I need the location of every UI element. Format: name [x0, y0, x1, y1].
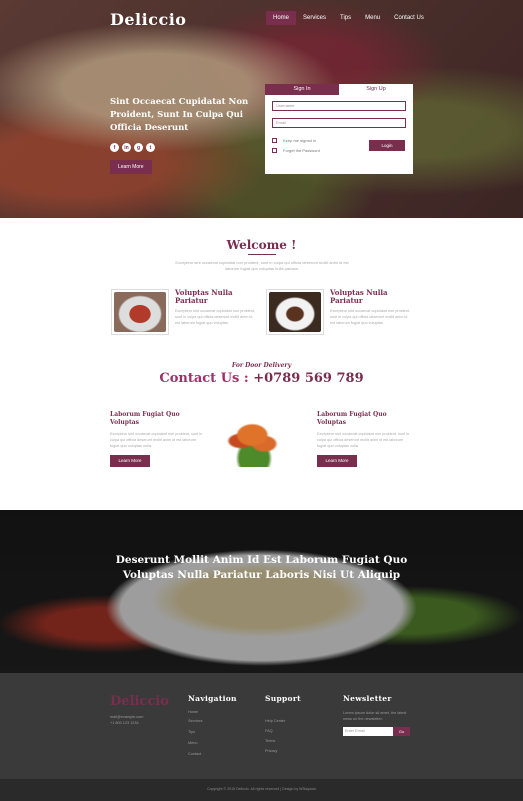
dish-image: [211, 409, 297, 467]
feature-image[interactable]: [266, 289, 324, 335]
footer-nav-link[interactable]: Tips: [188, 730, 195, 734]
footer-support-heading: Support: [265, 694, 301, 703]
footer-phone: +1 800 123 1234: [110, 721, 139, 726]
column-title: Laborum Fugiat Quo Voluptas: [317, 411, 387, 426]
hero-learn-more-button[interactable]: Learn More: [110, 160, 152, 174]
site-logo[interactable]: Deliccio: [110, 10, 186, 29]
welcome-title: Welcome !: [226, 238, 297, 252]
nav-services[interactable]: Services: [296, 11, 333, 25]
hero-headline: Sint Occaecat Cupidatat Non Proident, Su…: [110, 97, 249, 133]
copyright-text: Copyright © 2015 Deliccio. All rights re…: [207, 787, 316, 791]
column-text: Excepteur sint occaecat cupidatat non pr…: [317, 431, 410, 448]
column-learn-more-button[interactable]: Learn More: [110, 455, 150, 467]
footer-contact-info: mail@example.com +1 800 123 1234: [110, 714, 143, 727]
newsletter-text: Lorem ipsum dolor sit amet, the latest n…: [343, 711, 407, 722]
feature-text: Excepteur sint occaecat cupidatat non pr…: [175, 309, 255, 326]
login-button[interactable]: Login: [369, 140, 405, 151]
forgot-password-checkbox[interactable]: [272, 148, 277, 153]
twitter-icon[interactable]: t: [146, 143, 155, 152]
info-column: Laborum Fugiat Quo Voluptas Excepteur si…: [317, 411, 413, 467]
title-divider: [248, 254, 276, 255]
nav-tips[interactable]: Tips: [333, 11, 358, 25]
nav-contact[interactable]: Contact Us: [387, 11, 431, 25]
column-title: Laborum Fugiat Quo Voluptas: [110, 411, 180, 426]
column-learn-more-button[interactable]: Learn More: [317, 455, 357, 467]
banner-image: [0, 510, 523, 673]
info-column: Laborum Fugiat Quo Voluptas Excepteur si…: [110, 411, 206, 467]
footer-support-link[interactable]: Help Center: [265, 719, 285, 723]
delivery-tagline: For Door Delivery: [231, 362, 292, 369]
banner-text: Deserunt Mollit Anim Id Est Laborum Fugi…: [115, 554, 408, 582]
contact-line: Contact Us : +0789 569 789: [0, 371, 523, 386]
feature-card: Voluptas Nulla Pariatur Excepteur sint o…: [266, 288, 416, 335]
hero-section: Deliccio Home Services Tips Menu Contact…: [0, 0, 523, 218]
footer-nav-heading: Navigation: [188, 694, 237, 703]
forgot-password-label: Forget the Password: [283, 148, 320, 153]
contact-phone[interactable]: +0789 569 789: [253, 371, 363, 386]
newsletter-email-input[interactable]: Enter Email: [343, 727, 393, 736]
forgot-password-row[interactable]: Forget the Password: [272, 148, 320, 153]
footer-support-link[interactable]: FAQ: [265, 729, 273, 733]
footer-support-link[interactable]: Privacy: [265, 749, 277, 753]
footer-support-link[interactable]: Terms: [265, 739, 275, 743]
google-plus-icon[interactable]: g: [134, 143, 143, 152]
feature-text: Excepteur sint occaecat cupidatat non pr…: [330, 309, 410, 326]
feature-title: Voluptas Nulla Pariatur: [175, 288, 233, 306]
social-links: f in g t: [110, 143, 155, 152]
footer-nav-link[interactable]: Services: [188, 719, 203, 723]
feature-title: Voluptas Nulla Pariatur: [330, 288, 388, 306]
email-field[interactable]: Email: [272, 118, 406, 128]
tab-sign-in[interactable]: Sign In: [265, 84, 339, 95]
welcome-text: Excepteur sint occaecat cupidatat non pr…: [175, 260, 349, 272]
footer: [0, 673, 523, 779]
keep-signed-in-checkbox[interactable]: [272, 138, 277, 143]
tab-sign-up[interactable]: Sign Up: [339, 84, 413, 95]
footer-newsletter-heading: Newsletter: [343, 694, 392, 703]
newsletter-submit-button[interactable]: Go: [393, 727, 410, 736]
column-text: Excepteur sint occaecat cupidatat non pr…: [110, 431, 203, 448]
feature-card: Voluptas Nulla Pariatur Excepteur sint o…: [111, 288, 261, 335]
nav-home[interactable]: Home: [266, 11, 297, 25]
linkedin-icon[interactable]: in: [122, 143, 131, 152]
username-field[interactable]: Username: [272, 101, 406, 111]
contact-label: Contact Us :: [159, 371, 249, 386]
footer-nav-link[interactable]: Menu: [188, 741, 198, 745]
facebook-icon[interactable]: f: [110, 143, 119, 152]
login-tabs: Sign In Sign Up: [265, 84, 413, 95]
feature-image[interactable]: [111, 289, 169, 335]
login-panel: Sign In Sign Up Username Email Keep me s…: [265, 84, 413, 174]
footer-logo[interactable]: Deliccio: [110, 694, 169, 709]
footer-nav-link[interactable]: Contact: [188, 752, 201, 756]
keep-signed-in-row[interactable]: Keep me signed in: [272, 138, 316, 143]
keep-signed-in-label: Keep me signed in: [283, 138, 317, 143]
nav-menu[interactable]: Menu: [358, 11, 387, 25]
footer-nav-link[interactable]: Home: [188, 710, 198, 714]
main-nav: Home Services Tips Menu Contact Us: [266, 11, 431, 25]
